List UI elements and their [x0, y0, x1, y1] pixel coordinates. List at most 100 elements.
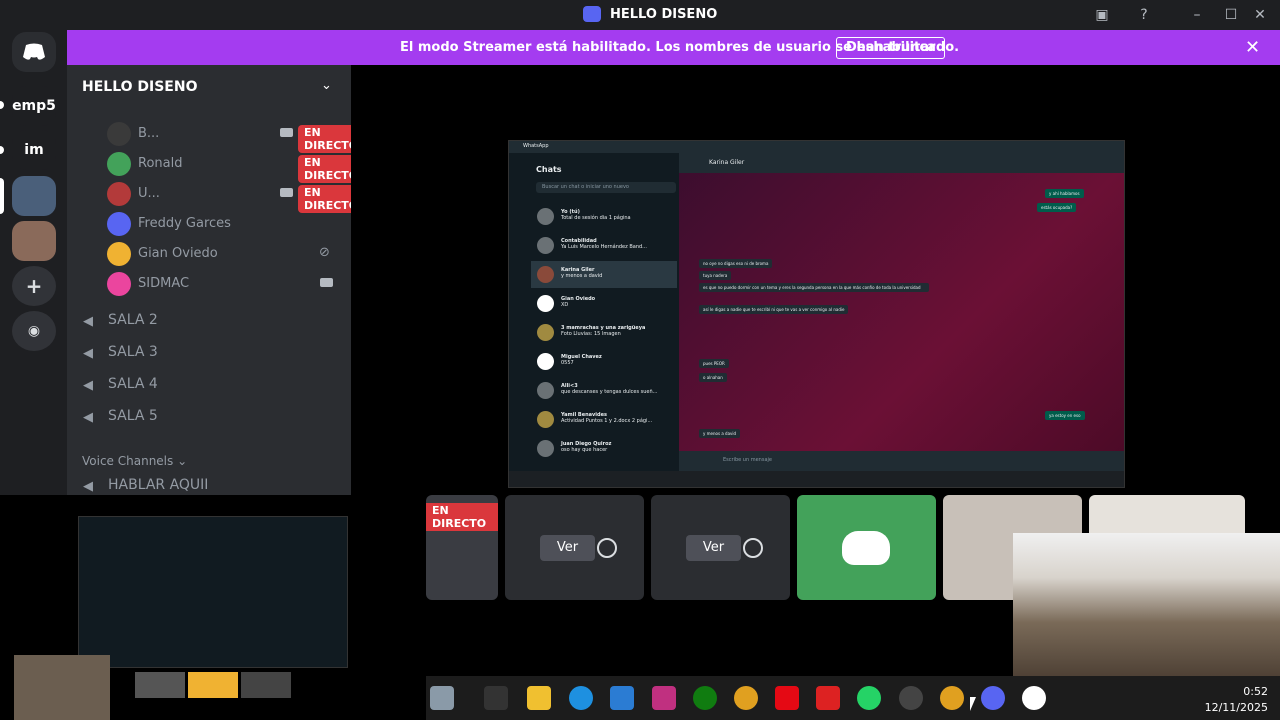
whatsapp-chat-list: Chats Buscar un chat o iniciar uno nuevo… [509, 153, 679, 471]
voice-category[interactable]: Voice Channels ⌄ [82, 454, 187, 468]
list-item[interactable]: Juan Diego Quiroz oso hay que hacer [531, 435, 677, 462]
file-explorer-icon[interactable] [527, 686, 551, 710]
chats-title: Chats [536, 165, 562, 174]
message-out: y ahí hablamos [1045, 189, 1084, 198]
streamer-mode-banner: El modo Streamer está habilitado. Los no… [67, 30, 1280, 65]
list-item[interactable]: Yo (tú) Total de sesión dia 1 página [531, 203, 677, 230]
watch-icon[interactable] [743, 538, 763, 558]
thumbnail[interactable] [188, 672, 238, 698]
message-input[interactable]: Escribe un mensaje [723, 457, 772, 463]
clock-time: 0:52 [1243, 685, 1268, 698]
list-item[interactable]: Alli<3 que descanses y tengas dulces sueñ… [531, 377, 677, 404]
channel-sidebar: HELLO DISENO ⌄ B... EN DIRECTO Ronald EN… [67, 65, 351, 495]
clock[interactable]: 0:52 12/11/2025 [1205, 684, 1268, 716]
shared-taskbar [509, 471, 1124, 487]
speaker-icon: ◀ [83, 410, 93, 425]
list-item[interactable]: 3 mamrachas y una zarigüeya Foto Lluvias:… [531, 319, 677, 346]
voice-member[interactable]: B... EN DIRECTO [107, 122, 351, 153]
server-hello-diseno[interactable] [12, 176, 56, 216]
voice-channel-sala-4[interactable]: ◀ SALA 4 [83, 374, 333, 398]
message-out: estás ocupada? [1037, 203, 1077, 212]
widgets-icon[interactable] [430, 686, 454, 710]
close-window-icon[interactable]: ✕ [1250, 6, 1270, 24]
server-emp5[interactable]: emp5 [12, 86, 56, 126]
server-rail: emp5 im + ◉ [0, 30, 67, 495]
list-item[interactable]: Karina Giler y menos a david [531, 261, 677, 288]
minimize-icon[interactable]: – [1187, 6, 1207, 24]
thumbnail[interactable] [135, 672, 185, 698]
voice-channel-hablar[interactable]: ◀ HABLAR AQUII [83, 475, 333, 495]
windows-taskbar: 0:52 12/11/2025 [426, 676, 1280, 720]
help-icon[interactable]: ? [1134, 6, 1154, 24]
discord-taskbar-icon[interactable] [981, 686, 1005, 710]
edge-icon[interactable] [569, 686, 593, 710]
discord-app-icon [583, 6, 601, 22]
netflix-icon[interactable] [775, 686, 799, 710]
title-bar: HELLO DISENO ▣ ? – ☐ ✕ [0, 0, 1280, 30]
list-item[interactable]: Miguel Chavez 0557 [531, 348, 677, 375]
message-in: y menos a david [699, 429, 741, 438]
whatsapp-icon[interactable] [857, 686, 881, 710]
screen-preview-thumbnail [78, 516, 348, 668]
list-item[interactable]: Contabilidad Ya Luis Marcelo Hernández Ba… [531, 232, 677, 259]
voice-channel-sala-5[interactable]: ◀ SALA 5 [83, 406, 333, 430]
voice-member[interactable]: Ronald EN DIRECTO [107, 152, 351, 183]
voice-member[interactable]: U... EN DIRECTO [107, 182, 351, 213]
watch-button[interactable]: Ver [686, 535, 741, 561]
whatsapp-titlebar: WhatsApp [509, 141, 1124, 153]
server-name[interactable]: HELLO DISENO [82, 79, 198, 95]
search-input[interactable]: Buscar un chat o iniciar uno nuevo [536, 182, 676, 193]
webcam-thumbnail [14, 655, 110, 720]
store-icon[interactable] [610, 686, 634, 710]
explore-icon[interactable]: ◉ [12, 311, 56, 351]
voice-member[interactable]: Freddy Garces [107, 212, 337, 236]
voice-member[interactable]: SIDMAC [107, 272, 337, 296]
watch-button[interactable]: Ver [540, 535, 595, 561]
live-badge: EN DIRECTO [298, 125, 351, 153]
discord-home-icon[interactable] [12, 32, 56, 72]
list-item[interactable]: Yamil Benavides Actividad Puntos 1 y 2.do… [531, 406, 677, 433]
member-name: U... [138, 186, 160, 201]
chevron-down-icon[interactable]: ⌄ [321, 78, 332, 93]
inbox-icon[interactable]: ▣ [1092, 6, 1112, 24]
speaker-icon: ◀ [83, 346, 93, 361]
player-icon[interactable] [1022, 686, 1046, 710]
disable-streamer-button[interactable]: Deshabilitar [836, 37, 946, 59]
taskbar-thumbnails [135, 672, 291, 698]
conversation-header: Karina Giler [679, 153, 1124, 173]
chrome-profile-icon[interactable] [940, 686, 964, 710]
unread-pip [0, 101, 4, 109]
voice-member[interactable]: Gian Oviedo ⊘ [107, 242, 337, 266]
avatar [107, 182, 131, 206]
wps-icon[interactable] [816, 686, 840, 710]
clock-date: 12/11/2025 [1204, 701, 1268, 714]
maximize-icon[interactable]: ☐ [1221, 6, 1241, 24]
live-badge: EN DIRECTO [426, 503, 498, 531]
watch-icon[interactable] [597, 538, 617, 558]
server-avatar[interactable] [12, 221, 56, 261]
voice-channel-sala-2[interactable]: ◀ SALA 2 [83, 310, 333, 334]
server-im[interactable]: im [12, 130, 56, 170]
chrome-icon[interactable] [734, 686, 758, 710]
thumbnail[interactable] [241, 672, 291, 698]
avatar [107, 122, 131, 146]
stream-tile[interactable]: Ver [651, 495, 790, 600]
stream-tile[interactable]: EN DIRECTO [426, 495, 498, 600]
voice-channel-sala-3[interactable]: ◀ SALA 3 [83, 342, 333, 366]
stream-tile[interactable] [797, 495, 936, 600]
list-item[interactable]: Gian Oviedo XD [531, 290, 677, 317]
live-badge: EN DIRECTO [298, 185, 351, 213]
discord-logo-icon [842, 531, 890, 565]
task-view-icon[interactable] [484, 686, 508, 710]
stream-tile[interactable]: Ver [505, 495, 644, 600]
shared-screen[interactable]: WhatsApp Chats Buscar un chat o iniciar … [508, 140, 1125, 488]
xbox-icon[interactable] [693, 686, 717, 710]
unread-pip [0, 146, 4, 154]
app-icon[interactable] [652, 686, 676, 710]
camera-icon [280, 188, 293, 197]
message-out: ya estoy en eso [1045, 411, 1085, 420]
close-banner-icon[interactable]: ✕ [1245, 37, 1260, 58]
app-icon[interactable] [899, 686, 923, 710]
member-name: Gian Oviedo [138, 246, 218, 261]
add-server-icon[interactable]: + [12, 266, 56, 306]
